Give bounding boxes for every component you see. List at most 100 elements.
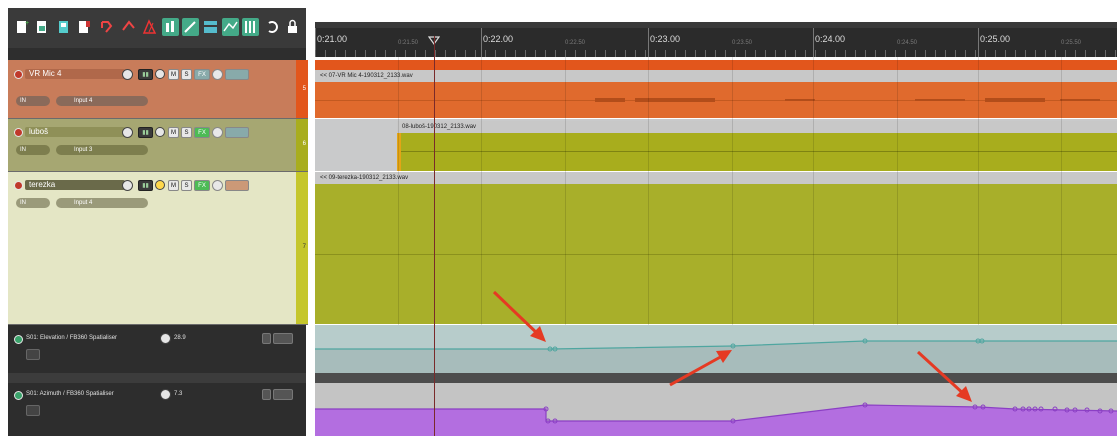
record-arm-button[interactable] — [14, 181, 23, 190]
ruler-sublabel: 0:25.50 — [1061, 40, 1082, 46]
track-number: 5 — [302, 86, 306, 92]
timeline-ruler[interactable]: 0:21.00 0:21.50 0:22.00 0:22.50 0:23.00 … — [315, 28, 1117, 57]
phase-button[interactable] — [212, 69, 223, 80]
pan-knob[interactable] — [155, 69, 165, 79]
track-name[interactable]: luboš — [25, 127, 125, 137]
envelope-arm-button[interactable] — [262, 389, 271, 400]
record-arm-button[interactable] — [14, 70, 23, 79]
volume-knob[interactable] — [122, 127, 133, 138]
snap-icon[interactable] — [162, 18, 179, 36]
io-button[interactable]: IN — [16, 96, 50, 106]
track-name[interactable]: VR Mic 4 — [25, 69, 125, 79]
volume-knob[interactable] — [122, 69, 133, 80]
track-lane-top-strip — [315, 60, 1117, 70]
io-button[interactable]: IN — [16, 198, 50, 208]
automation-button[interactable] — [225, 127, 249, 138]
record-arm-button[interactable] — [14, 128, 23, 137]
ruler-sublabel: 0:24.50 — [897, 40, 918, 46]
ruler-minor-ticks — [315, 50, 1117, 57]
mute-button[interactable]: M — [168, 180, 179, 191]
waveform-centerline — [315, 254, 1117, 255]
envelope-value: 7.3 — [174, 391, 183, 397]
mixer-icon[interactable] — [242, 18, 259, 36]
media-item-vr-mic-4[interactable] — [315, 82, 1117, 118]
media-item-header[interactable]: << 07-VR Mic 4-190312_2133.wav — [315, 70, 1117, 82]
pan-knob[interactable] — [155, 180, 165, 190]
fx-button[interactable]: FX — [194, 127, 210, 138]
fx-button[interactable]: FX — [194, 180, 210, 191]
redo-icon[interactable] — [120, 18, 137, 36]
mute-button[interactable]: M — [168, 127, 179, 138]
ruler-sublabel: 0:22.50 — [565, 40, 586, 46]
media-item-header[interactable]: << 09-terezka-190312_2133.wav — [315, 172, 1117, 184]
meter-route-button[interactable]: ▮▮ — [138, 127, 153, 138]
envelope-lane-azimuth[interactable]: S01: Azimuth / FB360 Spatialiser 7.3 — [8, 383, 306, 436]
envelope-lane-elevation[interactable]: S01: Elevation / FB360 Spatialiser 28.9 — [8, 325, 306, 373]
waveform-centerline — [397, 151, 1117, 152]
media-item-terezka[interactable] — [315, 184, 1117, 324]
render-icon[interactable] — [76, 18, 93, 36]
lock-icon[interactable] — [284, 18, 301, 36]
track-panel-header — [8, 48, 306, 60]
waveform-segment — [1060, 99, 1100, 101]
ruler-sublabel: 0:23.50 — [732, 40, 753, 46]
annotation-arrow — [669, 350, 732, 387]
envelope-icon[interactable] — [222, 18, 239, 36]
envelope-value: 28.9 — [174, 335, 186, 341]
envelope-lane-azimuth-area[interactable] — [315, 383, 1117, 436]
input-select[interactable]: Input 3 — [56, 145, 148, 155]
waveform-segment — [785, 99, 815, 101]
loop-icon[interactable] — [264, 18, 281, 36]
envelope-hide-button[interactable] — [26, 349, 40, 360]
envelope-hide-button[interactable] — [26, 405, 40, 416]
fx-button[interactable]: FX — [194, 69, 210, 80]
ruler-sublabel: 0:21.50 — [398, 40, 419, 46]
waveform-segment — [595, 98, 625, 102]
track-terezka[interactable]: 7 terezka ▮▮ M S FX IN Input 4 — [8, 172, 308, 325]
azimuth-envelope-curve[interactable] — [315, 383, 1117, 436]
edit-cursor-line[interactable] — [434, 36, 435, 436]
undo-icon[interactable] — [98, 18, 115, 36]
automation-button[interactable] — [225, 69, 249, 80]
volume-knob[interactable] — [122, 180, 133, 191]
envelope-label: S01: Azimuth / FB360 Spatialiser — [26, 391, 114, 397]
solo-button[interactable]: S — [181, 180, 192, 191]
media-item-header[interactable]: 08-luboš-190312_2133.wav — [397, 121, 1117, 133]
envelope-active-button[interactable] — [14, 335, 23, 344]
envelope-value-knob[interactable] — [160, 333, 171, 344]
io-button[interactable]: IN — [16, 145, 50, 155]
waveform-segment — [915, 99, 965, 101]
phase-button[interactable] — [212, 127, 223, 138]
metronome-icon[interactable] — [141, 18, 158, 36]
item-fade-handle[interactable] — [397, 133, 401, 171]
save-project-icon[interactable] — [56, 18, 73, 36]
envelope-value-knob[interactable] — [160, 389, 171, 400]
grid-icon[interactable] — [202, 18, 219, 36]
waveform-segment — [985, 98, 1045, 102]
svg-text:+: + — [25, 20, 29, 27]
media-item-lubos[interactable] — [397, 133, 1117, 171]
automation-button[interactable] — [225, 180, 249, 191]
input-select[interactable]: Input 4 — [56, 198, 148, 208]
pan-knob[interactable] — [155, 127, 165, 137]
track-name[interactable]: terezka — [25, 180, 125, 190]
input-select[interactable]: Input 4 — [56, 96, 148, 106]
envelope-arm-button[interactable] — [262, 333, 271, 344]
phase-button[interactable] — [212, 180, 223, 191]
envelope-active-button[interactable] — [14, 391, 23, 400]
solo-button[interactable]: S — [181, 69, 192, 80]
envelope-mode-button[interactable] — [273, 333, 293, 344]
annotation-arrow — [916, 350, 972, 402]
track-vr-mic-4[interactable]: 5 VR Mic 4 ▮▮ M S FX IN Input 4 — [8, 60, 308, 119]
envelope-mode-button[interactable] — [273, 389, 293, 400]
solo-button[interactable]: S — [181, 127, 192, 138]
mute-button[interactable]: M — [168, 69, 179, 80]
track-number: 7 — [302, 244, 306, 250]
open-project-icon[interactable] — [34, 18, 51, 36]
meter-route-button[interactable]: ▮▮ — [138, 180, 153, 191]
lane-divider — [8, 373, 306, 383]
ripple-edit-icon[interactable] — [182, 18, 199, 36]
new-project-icon[interactable]: + — [14, 18, 31, 36]
meter-route-button[interactable]: ▮▮ — [138, 69, 153, 80]
track-lubos[interactable]: 6 luboš ▮▮ M S FX IN Input 3 — [8, 119, 308, 172]
